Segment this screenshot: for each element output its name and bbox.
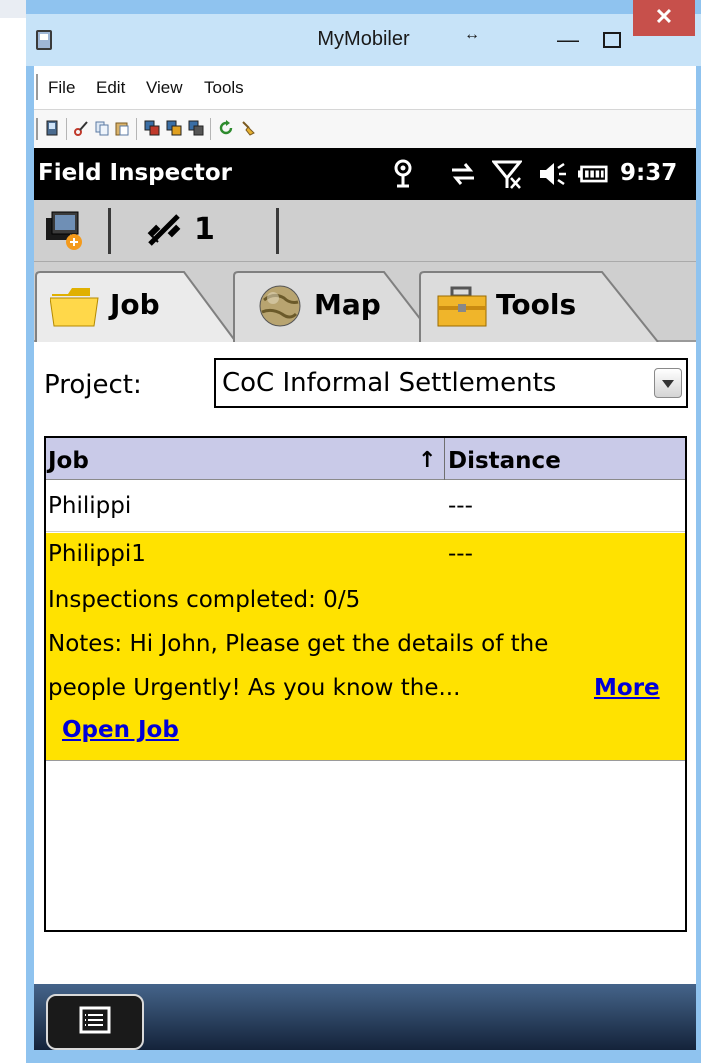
- column-header-job[interactable]: Job: [48, 448, 89, 474]
- column-separator[interactable]: [444, 438, 445, 480]
- satellite-count: 1: [194, 212, 215, 247]
- distance-cell: ---: [448, 541, 473, 567]
- menu-soft-key[interactable]: [46, 994, 144, 1050]
- toolbar-separator: [210, 118, 211, 140]
- menu-view[interactable]: View: [146, 78, 183, 98]
- copy-icon[interactable]: [94, 120, 110, 136]
- open-job-link[interactable]: Open Job: [62, 717, 179, 743]
- paste-icon[interactable]: [114, 120, 130, 136]
- location-icon: [394, 159, 412, 188]
- close-button[interactable]: ✕: [633, 0, 695, 36]
- project-label: Project:: [44, 370, 142, 400]
- menu-file[interactable]: File: [48, 78, 75, 98]
- refresh-icon[interactable]: [218, 120, 234, 136]
- more-link[interactable]: More: [594, 675, 660, 701]
- infobar-separator: [276, 208, 279, 254]
- title-bar[interactable]: MyMobiler ↔ —: [26, 14, 701, 66]
- signal-off-icon: [492, 160, 522, 189]
- grid-header: Job ↑ Distance: [46, 438, 685, 480]
- inspections-completed: Inspections completed: 0/5: [48, 587, 361, 613]
- window-copy-icon[interactable]: [144, 120, 160, 136]
- satellite-icon: [147, 214, 181, 246]
- device-screen: Field Inspector 9:37 1 Job Map Tools Pro…: [34, 148, 696, 1050]
- project-dropdown[interactable]: CoC Informal Settlements: [214, 358, 688, 408]
- job-grid: Job ↑ Distance Philippi --- Philippi1 --…: [44, 436, 687, 932]
- tab-job[interactable]: Job: [34, 270, 238, 342]
- window-paste-icon[interactable]: [166, 120, 182, 136]
- status-bar: Field Inspector 9:37: [34, 148, 696, 200]
- soft-key-bar: [34, 984, 696, 1050]
- job-notes-line-1: Notes: Hi John, Please get the details o…: [48, 631, 549, 657]
- tab-strip: Job Map Tools: [34, 262, 696, 342]
- menu-bar: File Edit View Tools: [34, 66, 696, 110]
- tab-tools-label: Tools: [496, 288, 577, 321]
- status-title: Field Inspector: [38, 160, 233, 186]
- job-notes-line-2: people Urgently! As you know the...: [48, 675, 461, 701]
- clock: 9:37: [620, 160, 678, 186]
- mymobiler-window: MyMobiler ↔ — ✕ File Edit View Tools Fie…: [26, 0, 701, 1063]
- toolbar-separator: [66, 118, 67, 140]
- list-menu-icon: [79, 1006, 111, 1034]
- chevron-down-icon[interactable]: [654, 368, 682, 398]
- volume-muted-icon: [540, 162, 566, 186]
- maximize-button[interactable]: [590, 26, 630, 54]
- toolbar-grip: [36, 118, 38, 140]
- sync-arrows-icon: [452, 163, 474, 185]
- clear-icon[interactable]: [240, 120, 256, 136]
- column-header-distance[interactable]: Distance: [448, 448, 561, 474]
- gps-info-bar: 1: [34, 200, 696, 262]
- infobar-separator: [108, 208, 111, 254]
- battery-icon: [578, 165, 608, 183]
- globe-icon: [259, 285, 301, 327]
- job-name-cell: Philippi1: [48, 541, 146, 567]
- device-icon[interactable]: [44, 120, 60, 136]
- folder-icon: [50, 288, 99, 327]
- project-value: CoC Informal Settlements: [222, 368, 557, 398]
- window-capture-icon[interactable]: [188, 120, 204, 136]
- distance-cell: ---: [448, 493, 473, 519]
- minimize-button[interactable]: —: [548, 26, 588, 54]
- menu-edit[interactable]: Edit: [96, 78, 125, 98]
- table-row[interactable]: Philippi ---: [46, 481, 685, 532]
- job-name-cell: Philippi: [48, 493, 132, 519]
- sort-ascending-icon[interactable]: ↑: [418, 448, 436, 473]
- menu-tools[interactable]: Tools: [204, 78, 244, 98]
- menubar-grip: [36, 74, 38, 100]
- job-panel: Project: CoC Informal Settlements Job ↑ …: [34, 344, 696, 984]
- tab-job-label: Job: [110, 288, 160, 321]
- toolbox-icon: [437, 286, 487, 327]
- toolbar: [34, 110, 696, 148]
- table-row-selected[interactable]: Philippi1 --- Inspections completed: 0/5…: [46, 533, 685, 761]
- tab-map-label: Map: [314, 288, 381, 321]
- cut-icon[interactable]: [74, 120, 90, 136]
- toolbar-separator: [136, 118, 137, 140]
- device-sync-icon[interactable]: [44, 210, 84, 250]
- tab-tools[interactable]: Tools: [396, 270, 666, 342]
- resize-arrows-icon: ↔: [464, 26, 480, 43]
